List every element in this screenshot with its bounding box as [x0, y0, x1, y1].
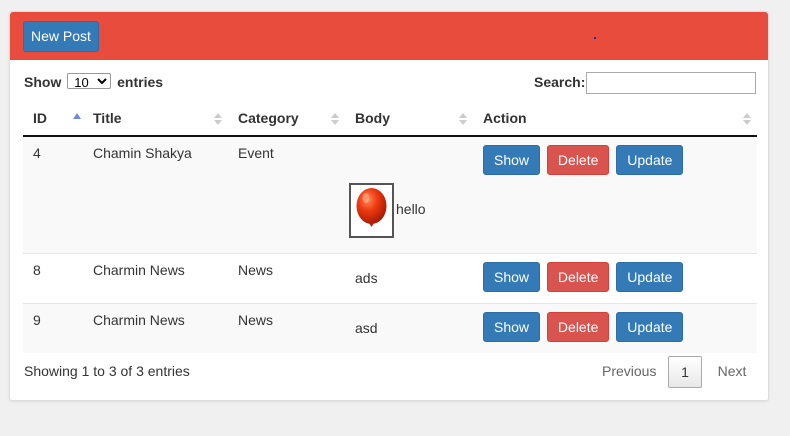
- cell-body: ads: [345, 252, 473, 303]
- table-row: 9 Charmin News News asd Show Delete Upda…: [23, 302, 757, 353]
- column-header-id[interactable]: ID: [23, 100, 83, 137]
- sort-ascending-icon: [73, 113, 81, 119]
- show-label: Show: [24, 74, 62, 90]
- column-header-body[interactable]: Body: [345, 100, 473, 137]
- cell-category: News: [228, 252, 345, 303]
- cell-category: Event: [228, 135, 345, 253]
- column-header-title[interactable]: Title: [83, 100, 228, 137]
- previous-button[interactable]: Previous: [602, 356, 656, 388]
- column-header-action[interactable]: Action: [473, 100, 757, 137]
- show-button[interactable]: Show: [483, 261, 541, 292]
- sort-both-icon: [743, 113, 751, 125]
- table-row: 4 Chamin Shakya Event hello Show Delete …: [23, 135, 757, 253]
- entries-select[interactable]: 10: [67, 73, 112, 89]
- entries-label: entries: [117, 74, 164, 90]
- cell-id: 8: [23, 252, 83, 303]
- length-menu: Show 10 entries: [24, 73, 163, 90]
- update-button[interactable]: Update: [616, 311, 684, 342]
- sort-both-icon: [331, 113, 339, 125]
- header-dot: [594, 37, 596, 39]
- delete-button[interactable]: Delete: [546, 145, 610, 175]
- balloon-image: [349, 183, 394, 238]
- cell-id: 4: [23, 135, 83, 253]
- body-text: ads: [355, 269, 378, 286]
- cell-body: asd: [345, 302, 473, 353]
- page-1-button[interactable]: 1: [668, 356, 702, 388]
- table-row: 8 Charmin News News ads Show Delete Upda…: [23, 252, 757, 303]
- search-box: Search:: [534, 72, 756, 94]
- show-button[interactable]: Show: [483, 311, 541, 342]
- cell-title: Charmin News: [83, 302, 228, 353]
- search-label: Search:: [534, 74, 586, 90]
- cell-actions: Show Delete Update: [473, 135, 757, 253]
- update-button[interactable]: Update: [616, 261, 684, 292]
- cell-actions: Show Delete Update: [473, 252, 757, 303]
- cell-title: Chamin Shakya: [83, 135, 228, 253]
- delete-button[interactable]: Delete: [546, 311, 610, 342]
- update-button[interactable]: Update: [616, 145, 684, 175]
- body-text: hello: [396, 201, 426, 217]
- table-header-row: ID Title Category Body Action: [23, 100, 757, 137]
- sort-both-icon: [459, 113, 467, 125]
- search-input[interactable]: [586, 72, 756, 94]
- delete-button[interactable]: Delete: [546, 261, 610, 292]
- cell-body: hello: [345, 135, 473, 253]
- cell-id: 9: [23, 302, 83, 353]
- show-button[interactable]: Show: [483, 145, 541, 175]
- table-info: Showing 1 to 3 of 3 entries: [24, 363, 190, 379]
- body-text: asd: [355, 319, 378, 336]
- posts-panel: New Post Show 10 entries Search: ID Titl…: [9, 11, 769, 401]
- cell-category: News: [228, 302, 345, 353]
- posts-table: ID Title Category Body Action 4 Chamin S…: [23, 100, 757, 353]
- column-header-category[interactable]: Category: [228, 100, 345, 137]
- panel-header: New Post: [10, 12, 768, 60]
- cell-actions: Show Delete Update: [473, 302, 757, 353]
- new-post-button[interactable]: New Post: [23, 21, 99, 52]
- sort-both-icon: [214, 113, 222, 125]
- next-button[interactable]: Next: [714, 356, 750, 388]
- cell-title: Charmin News: [83, 252, 228, 303]
